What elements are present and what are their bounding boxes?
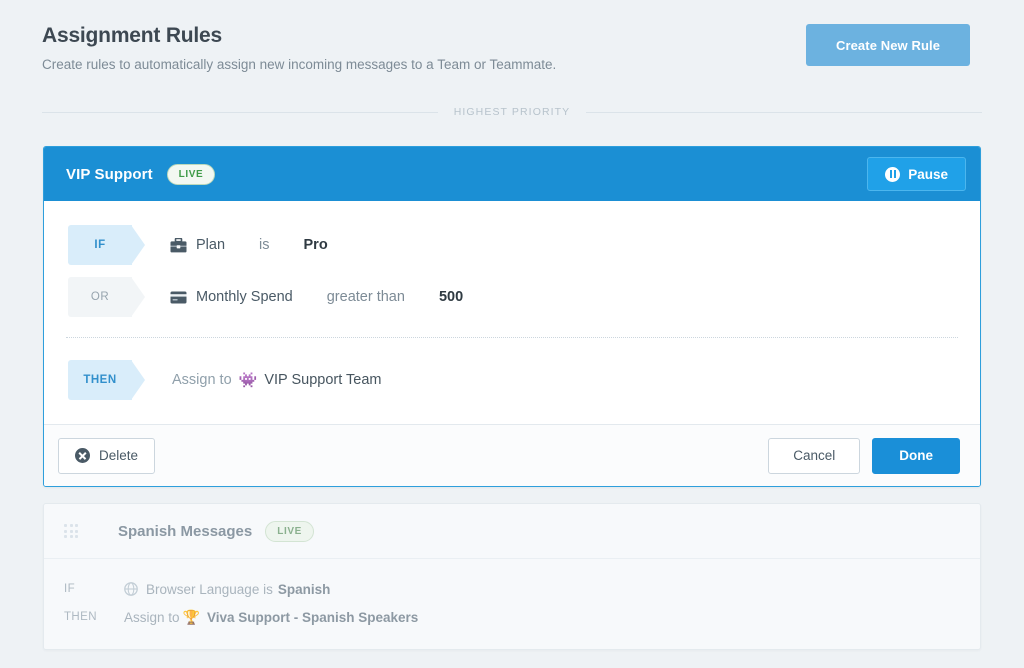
rule-card-header: VIP Support LIVE Pause [44, 147, 980, 201]
action-assign-line: Assign to 👾 VIP Support Team [172, 372, 382, 388]
assignment-rules-page: Assignment Rules Create rules to automat… [0, 0, 1024, 668]
condition-attribute-if[interactable]: Plan [196, 237, 225, 253]
collapsed-assign-target: Viva Support - Spanish Speakers [206, 609, 419, 625]
condition-tag-if-label: IF [94, 239, 106, 251]
condition-tag-if[interactable]: IF [68, 225, 145, 265]
rule-card-body: IF Plan is Pro OR Monthly Spend greater … [44, 201, 980, 406]
collapsed-rule-body: IF Browser Language is Spanish THEN Assi… [44, 559, 980, 649]
condition-tag-or-label: OR [90, 291, 110, 303]
condition-fields-or: Monthly Spend greater than 500 [170, 289, 463, 305]
trophy-icon: 🏆 [182, 609, 200, 625]
page-header: Assignment Rules Create rules to automat… [0, 0, 1024, 92]
action-tag-then[interactable]: THEN [68, 360, 145, 400]
drag-handle-icon[interactable] [64, 524, 78, 538]
collapsed-condition-if: Browser Language is Spanish [124, 582, 330, 597]
globe-icon [124, 582, 138, 596]
collapsed-action-then: Assign to 🏆 Viva Support - Spanish Speak… [124, 610, 418, 625]
highest-priority-label: HIGHEST PRIORITY [453, 106, 571, 118]
condition-operator-or[interactable]: greater than [327, 289, 405, 305]
create-new-rule-button[interactable]: Create New Rule [806, 24, 970, 66]
divider-line-left [42, 111, 438, 113]
condition-value-if[interactable]: Pro [304, 237, 328, 253]
delete-button-label: Delete [99, 448, 139, 463]
conditions-action-divider [66, 337, 958, 338]
pause-button-label: Pause [908, 166, 948, 182]
collapsed-condition-text: Browser Language is [146, 581, 273, 597]
collapsed-keyword-then: THEN [64, 611, 97, 623]
pause-button[interactable]: Pause [867, 157, 966, 191]
pause-circle-icon [885, 166, 901, 182]
action-tag-then-label: THEN [83, 374, 117, 386]
condition-value-or[interactable]: 500 [439, 289, 463, 305]
condition-attribute-or[interactable]: Monthly Spend [196, 289, 293, 305]
condition-tag-or[interactable]: OR [68, 277, 145, 317]
highest-priority-divider: HIGHEST PRIORITY [42, 92, 982, 118]
condition-fields-if: Plan is Pro [170, 237, 328, 253]
rule-card-footer: Delete Cancel Done [44, 424, 980, 486]
delete-button[interactable]: Delete [58, 437, 156, 474]
alien-monster-icon: 👾 [238, 371, 258, 389]
divider-line-right [586, 111, 982, 113]
collapsed-condition-value: Spanish [277, 581, 331, 597]
done-button[interactable]: Done [872, 437, 960, 474]
assign-to-label: Assign to [172, 372, 232, 388]
credit-card-icon [170, 291, 187, 304]
collapsed-rule-name: Spanish Messages [118, 522, 253, 540]
collapsed-row-then: THEN Assign to 🏆 Viva Support - Spanish … [44, 603, 980, 631]
collapsed-keyword-if: IF [64, 583, 76, 595]
rule-name: VIP Support [66, 165, 153, 183]
collapsed-rule-header: Spanish Messages LIVE [44, 504, 980, 559]
collapsed-row-if: IF Browser Language is Spanish [44, 575, 980, 603]
assign-target[interactable]: VIP Support Team [264, 372, 381, 388]
rule-card-spanish-messages[interactable]: Spanish Messages LIVE IF Browser Languag… [43, 503, 981, 650]
status-badge: LIVE [166, 163, 216, 185]
x-circle-icon [75, 448, 90, 463]
collapsed-assign-label: Assign to [124, 609, 180, 625]
condition-row-if: IF Plan is Pro [44, 219, 980, 271]
action-row-then: THEN Assign to 👾 VIP Support Team [44, 354, 980, 406]
condition-operator-if[interactable]: is [259, 237, 269, 253]
condition-row-or: OR Monthly Spend greater than 500 [44, 271, 980, 323]
footer-actions: Cancel Done [768, 437, 960, 474]
cancel-button[interactable]: Cancel [768, 437, 861, 474]
briefcase-icon [170, 237, 187, 253]
rule-card-vip-support: VIP Support LIVE Pause IF Plan is Pro OR… [43, 146, 981, 487]
collapsed-status-badge: LIVE [265, 520, 314, 542]
